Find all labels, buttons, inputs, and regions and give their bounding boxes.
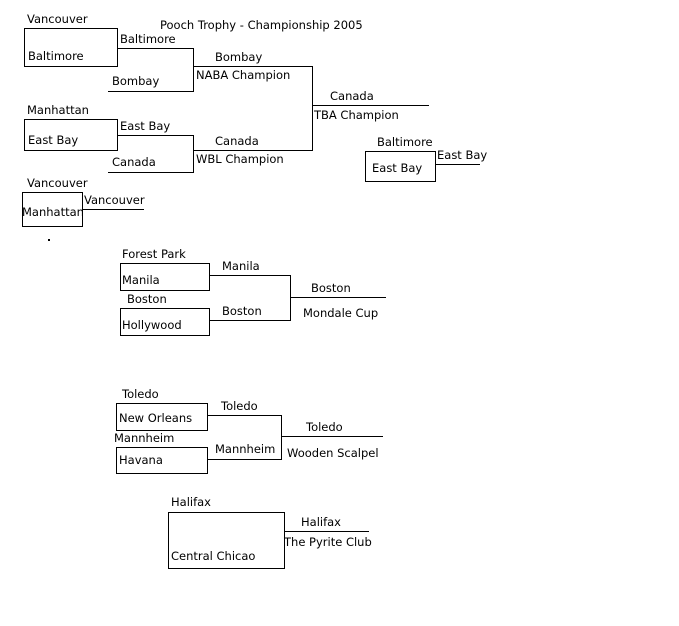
- mondale-r1-m2-bottom-team: Hollywood: [122, 318, 182, 332]
- artifact-dot: [48, 239, 50, 241]
- mondale-r1-m2-top-line: [120, 308, 210, 309]
- naba-r1-m1-bottom-team: Baltimore: [28, 49, 84, 63]
- mondale-r1-m1-bottom-team: Manila: [122, 273, 160, 287]
- third-place-winner-line: [435, 164, 480, 165]
- wbl-champion-team: Canada: [215, 134, 259, 148]
- mondale-r2-bottom-team: Boston: [222, 304, 262, 318]
- scalpel-r2-bottom-team: Mannheim: [215, 442, 276, 456]
- tba-champion-team: Canada: [330, 89, 374, 103]
- wbl-champion-label: WBL Champion: [196, 152, 284, 166]
- scalpel-r1-m2-right-connector: [207, 447, 208, 474]
- scalpel-r1-m2-left-connector: [116, 447, 117, 474]
- naba-r1-m2-top-line: [24, 119, 118, 120]
- naba-r2-m2-top-line: [117, 135, 194, 136]
- scalpel-r1-m2-top-line: [116, 447, 208, 448]
- naba-r2-m1-top-line: [117, 48, 194, 49]
- consolation-top-team: Vancouver: [27, 176, 88, 190]
- tba-champion-label: TBA Champion: [314, 108, 399, 122]
- consolation-winner: Vancouver: [84, 193, 145, 207]
- mondale-r1-m2-bottom-line: [120, 335, 210, 336]
- third-place-top-line: [365, 151, 436, 152]
- scalpel-r2-top-team: Toledo: [221, 399, 258, 413]
- naba-r1-m1-left-connector: [24, 28, 25, 67]
- third-place-bottom-team: East Bay: [372, 161, 423, 175]
- scalpel-r1-m1-left-connector: [116, 403, 117, 431]
- mondale-r1-m1-right-connector: [209, 263, 210, 291]
- consolation-bottom-team: Manhattan: [22, 205, 84, 219]
- naba-r2-m1-bottom-team: Bombay: [112, 74, 160, 88]
- mondale-r1-m1-top-team: Forest Park: [122, 247, 186, 261]
- naba-r1-m2-left-connector: [24, 119, 25, 151]
- mondale-r1-m2-top-team: Boston: [127, 292, 167, 306]
- mondale-champion-label: Mondale Cup: [303, 306, 379, 320]
- third-place-bottom-line: [365, 181, 436, 182]
- pyrite-r1-bottom-line: [168, 568, 285, 569]
- naba-r1-m1-top-team: Vancouver: [27, 12, 88, 26]
- pyrite-r1-bottom-team: Central Chicao: [171, 549, 256, 563]
- pyrite-r1-top-team: Halifax: [171, 495, 211, 509]
- pyrite-r1-left-connector: [168, 512, 169, 569]
- naba-r2-m2-right-connector: [193, 135, 194, 173]
- mondale-champion-line: [290, 297, 386, 298]
- mondale-r1-m1-top-line: [120, 263, 210, 264]
- tournament-bracket-canvas: Pooch Trophy - Championship 2005 Vancouv…: [0, 0, 679, 626]
- scalpel-r1-m1-bottom-team: New Orleans: [119, 411, 193, 425]
- consolation-bottom-line: [22, 226, 83, 227]
- mondale-r2-bottom-line: [209, 320, 291, 321]
- scalpel-r1-m2-bottom-team: Havana: [119, 453, 163, 467]
- scalpel-r1-m1-top-line: [116, 403, 208, 404]
- scalpel-r1-m1-top-team: Toledo: [122, 387, 159, 401]
- naba-r2-m2-bottom-line: [108, 172, 194, 173]
- pyrite-champion-line: [284, 531, 369, 532]
- grand-final-connector: [312, 66, 313, 151]
- scalpel-r2-bottom-line: [207, 459, 282, 460]
- scalpel-r1-m2-top-team: Mannheim: [114, 431, 175, 445]
- scalpel-final-connector: [281, 415, 282, 460]
- naba-r2-m1-top-team: Baltimore: [120, 32, 176, 46]
- page-title: Pooch Trophy - Championship 2005: [160, 18, 363, 32]
- pyrite-r1-top-line: [168, 512, 285, 513]
- scalpel-champion-label: Wooden Scalpel: [287, 446, 379, 460]
- scalpel-r1-m1-right-connector: [207, 403, 208, 431]
- mondale-r2-top-team: Manila: [222, 259, 260, 273]
- mondale-champion-team: Boston: [311, 281, 351, 295]
- pyrite-champion-team: Halifax: [301, 515, 341, 529]
- naba-r1-m2-top-team: Manhattan: [27, 103, 89, 117]
- naba-r1-m2-bottom-line: [24, 150, 118, 151]
- mondale-r1-m1-left-connector: [120, 263, 121, 291]
- consolation-top-line: [22, 192, 83, 193]
- mondale-r2-top-line: [209, 275, 291, 276]
- mondale-final-connector: [290, 275, 291, 321]
- naba-r2-m1-right-connector: [193, 48, 194, 92]
- third-place-left-connector: [365, 151, 366, 182]
- consolation-winner-line: [82, 209, 144, 210]
- naba-r1-m1-top-line: [24, 28, 118, 29]
- mondale-r1-m1-bottom-line: [120, 290, 210, 291]
- tba-champion-line: [312, 105, 429, 106]
- scalpel-r1-m2-bottom-line: [116, 473, 208, 474]
- naba-champion-line: [194, 66, 313, 67]
- naba-champion-label: NABA Champion: [196, 68, 291, 82]
- mondale-r1-m2-left-connector: [120, 308, 121, 336]
- pyrite-champion-label: The Pyrite Club: [284, 535, 372, 549]
- naba-r2-m2-bottom-team: Canada: [112, 155, 156, 169]
- consolation-left-connector: [22, 192, 23, 227]
- naba-r1-m1-bottom-line: [24, 66, 118, 67]
- third-place-right-connector: [435, 151, 436, 182]
- scalpel-r2-top-line: [207, 415, 282, 416]
- wbl-champion-line: [194, 150, 313, 151]
- scalpel-champion-team: Toledo: [306, 420, 343, 434]
- third-place-winner: East Bay: [437, 148, 488, 162]
- third-place-top-team: Baltimore: [377, 135, 433, 149]
- naba-r1-m2-bottom-team: East Bay: [28, 133, 79, 147]
- scalpel-champion-line: [281, 436, 383, 437]
- naba-r2-m2-top-team: East Bay: [120, 119, 171, 133]
- mondale-r1-m2-right-connector: [209, 308, 210, 336]
- naba-r2-m1-bottom-line: [108, 91, 194, 92]
- naba-champion-team: Bombay: [215, 50, 263, 64]
